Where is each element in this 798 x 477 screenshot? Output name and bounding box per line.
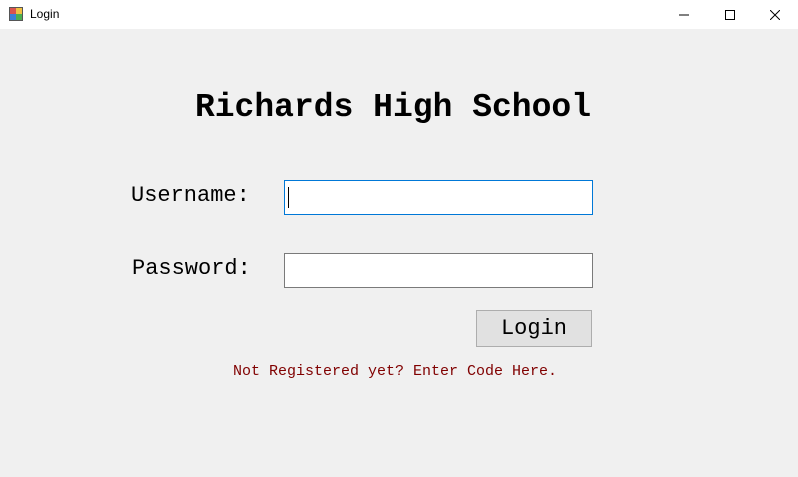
login-button[interactable]: Login — [476, 310, 592, 347]
password-label: Password: — [132, 256, 251, 281]
username-input[interactable] — [284, 180, 593, 215]
maximize-button[interactable] — [707, 0, 753, 29]
register-code-link[interactable]: Not Registered yet? Enter Code Here. — [233, 363, 557, 380]
minimize-button[interactable] — [661, 0, 707, 29]
minimize-icon — [679, 14, 689, 15]
close-icon — [770, 9, 780, 20]
login-form: Richards High School Username: Password:… — [0, 29, 798, 477]
close-button[interactable] — [752, 0, 798, 29]
text-caret — [288, 187, 289, 208]
maximize-icon — [725, 9, 735, 20]
password-input[interactable] — [284, 253, 593, 288]
title-bar: Login — [0, 0, 798, 29]
app-icon — [9, 7, 23, 21]
window-title: Login — [30, 7, 60, 21]
school-title: Richards High School — [194, 89, 592, 126]
username-label: Username: — [131, 183, 250, 208]
